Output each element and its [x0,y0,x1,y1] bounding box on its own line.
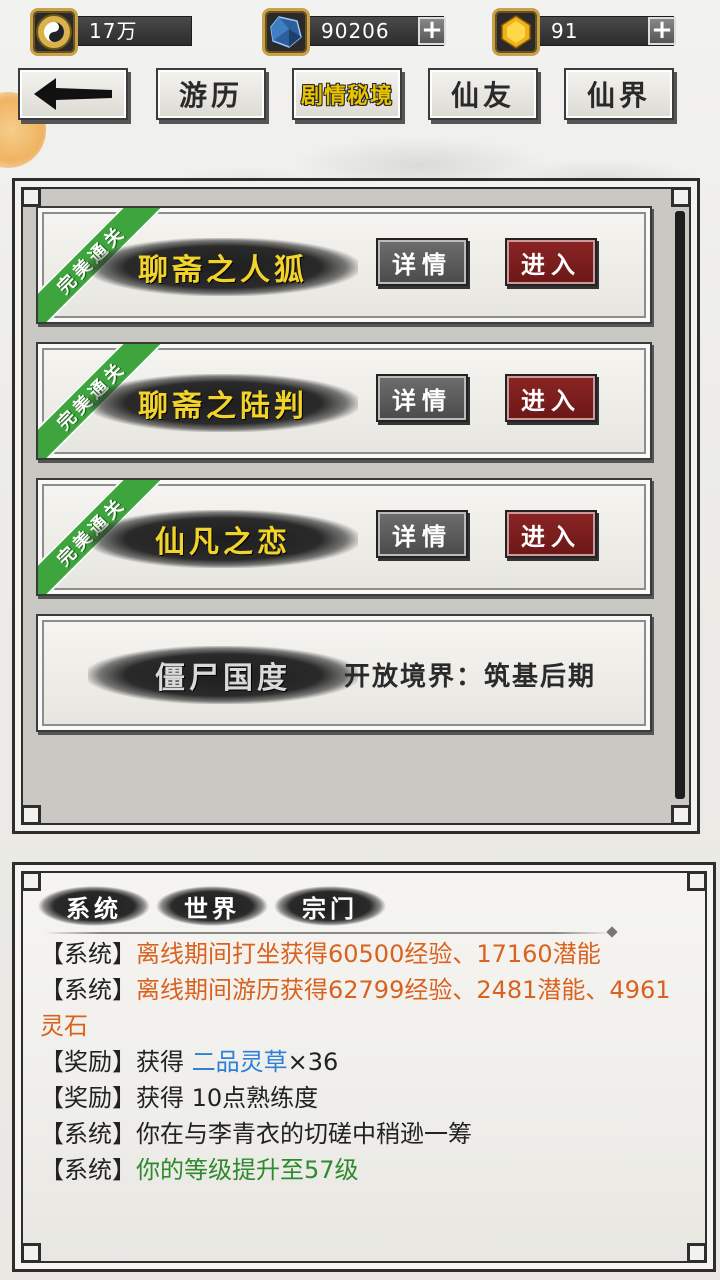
chat-tab-sect[interactable]: 宗门 [274,884,386,928]
log-tag: 【系统】 [40,940,136,968]
dungeon-card: 完美通关 聊斋之人狐 详情 进入 [36,206,652,324]
details-button[interactable]: 详情 [376,510,468,558]
back-arrow-icon [34,78,112,110]
dungeon-title: 聊斋之陆判 [88,374,358,432]
tab-travel[interactable]: 游历 [156,68,266,120]
log-tag: 【系统】 [40,976,136,1004]
frame-corner [687,871,707,891]
log-text: 你的等级提升至57级 [136,1156,359,1184]
add-gold-button[interactable]: + [648,17,676,45]
details-button[interactable]: 详情 [376,238,468,286]
details-button[interactable]: 详情 [376,374,468,422]
log-text: 离线期间打坐获得60500经验、17160潜能 [136,940,601,968]
log-text: ×36 [287,1048,339,1076]
log-line: 【奖励】获得 10点熟练度 [40,1080,680,1116]
list-scrollbar[interactable] [675,211,685,799]
frame-corner [671,187,691,207]
dungeon-title: 仙凡之恋 [88,510,358,568]
tab-immortal-friends[interactable]: 仙友 [428,68,538,120]
log-tag: 【奖励】 [40,1084,136,1112]
frame-corner [671,805,691,825]
chat-divider [44,932,612,934]
chat-tab-system[interactable]: 系统 [38,884,150,928]
log-line: 【系统】离线期间打坐获得60500经验、17160潜能 [40,936,680,972]
dungeon-card: 完美通关 聊斋之陆判 详情 进入 [36,342,652,460]
log-text: 你在与李青衣的切磋中稍逊一筹 [136,1120,472,1148]
log-text: 获得 [136,1048,192,1076]
dungeon-card: 完美通关 仙凡之恋 详情 进入 [36,478,652,596]
chat-tab-world[interactable]: 世界 [156,884,268,928]
item-link[interactable]: 二品灵草 [192,1048,288,1076]
gold-gem-icon [492,8,540,56]
frame-corner [21,1243,41,1263]
dungeon-card-locked: 僵尸国度 开放境界：筑基后期 [36,614,652,732]
open-requirement: 开放境界：筑基后期 [344,662,597,692]
chat-log: 【系统】离线期间打坐获得60500经验、17160潜能 【系统】离线期间游历获得… [40,936,680,1188]
frame-corner [21,187,41,207]
dungeon-title: 聊斋之人狐 [88,238,358,296]
enter-button[interactable]: 进入 [505,374,597,422]
log-tag: 【系统】 [40,1156,136,1184]
tab-immortal-realm[interactable]: 仙界 [564,68,674,120]
frame-corner [21,805,41,825]
back-button[interactable] [18,68,128,120]
tab-story-dungeon[interactable]: 剧情秘境 [292,68,402,120]
frame-corner [687,1243,707,1263]
log-tag: 【奖励】 [40,1048,136,1076]
log-line: 【系统】离线期间游历获得62799经验、2481潜能、4961灵石 [40,972,680,1044]
crystal-resource: 90206 + [262,8,452,56]
log-tag: 【系统】 [40,1120,136,1148]
log-line: 【奖励】获得 二品灵草×36 [40,1044,680,1080]
enter-button[interactable]: 进入 [505,510,597,558]
log-line: 【系统】你在与李青衣的切磋中稍逊一筹 [40,1116,680,1152]
gold-resource: 91 + [492,8,682,56]
blue-crystal-icon [262,8,310,56]
log-text: 获得 10点熟练度 [136,1084,319,1112]
log-line: 【系统】你的等级提升至57级 [40,1152,680,1188]
enter-button[interactable]: 进入 [505,238,597,286]
dungeon-title: 僵尸国度 [88,646,358,704]
yin-yang-coin-icon [30,8,78,56]
add-crystal-button[interactable]: + [418,17,446,45]
silver-resource: 17万 [30,8,195,56]
